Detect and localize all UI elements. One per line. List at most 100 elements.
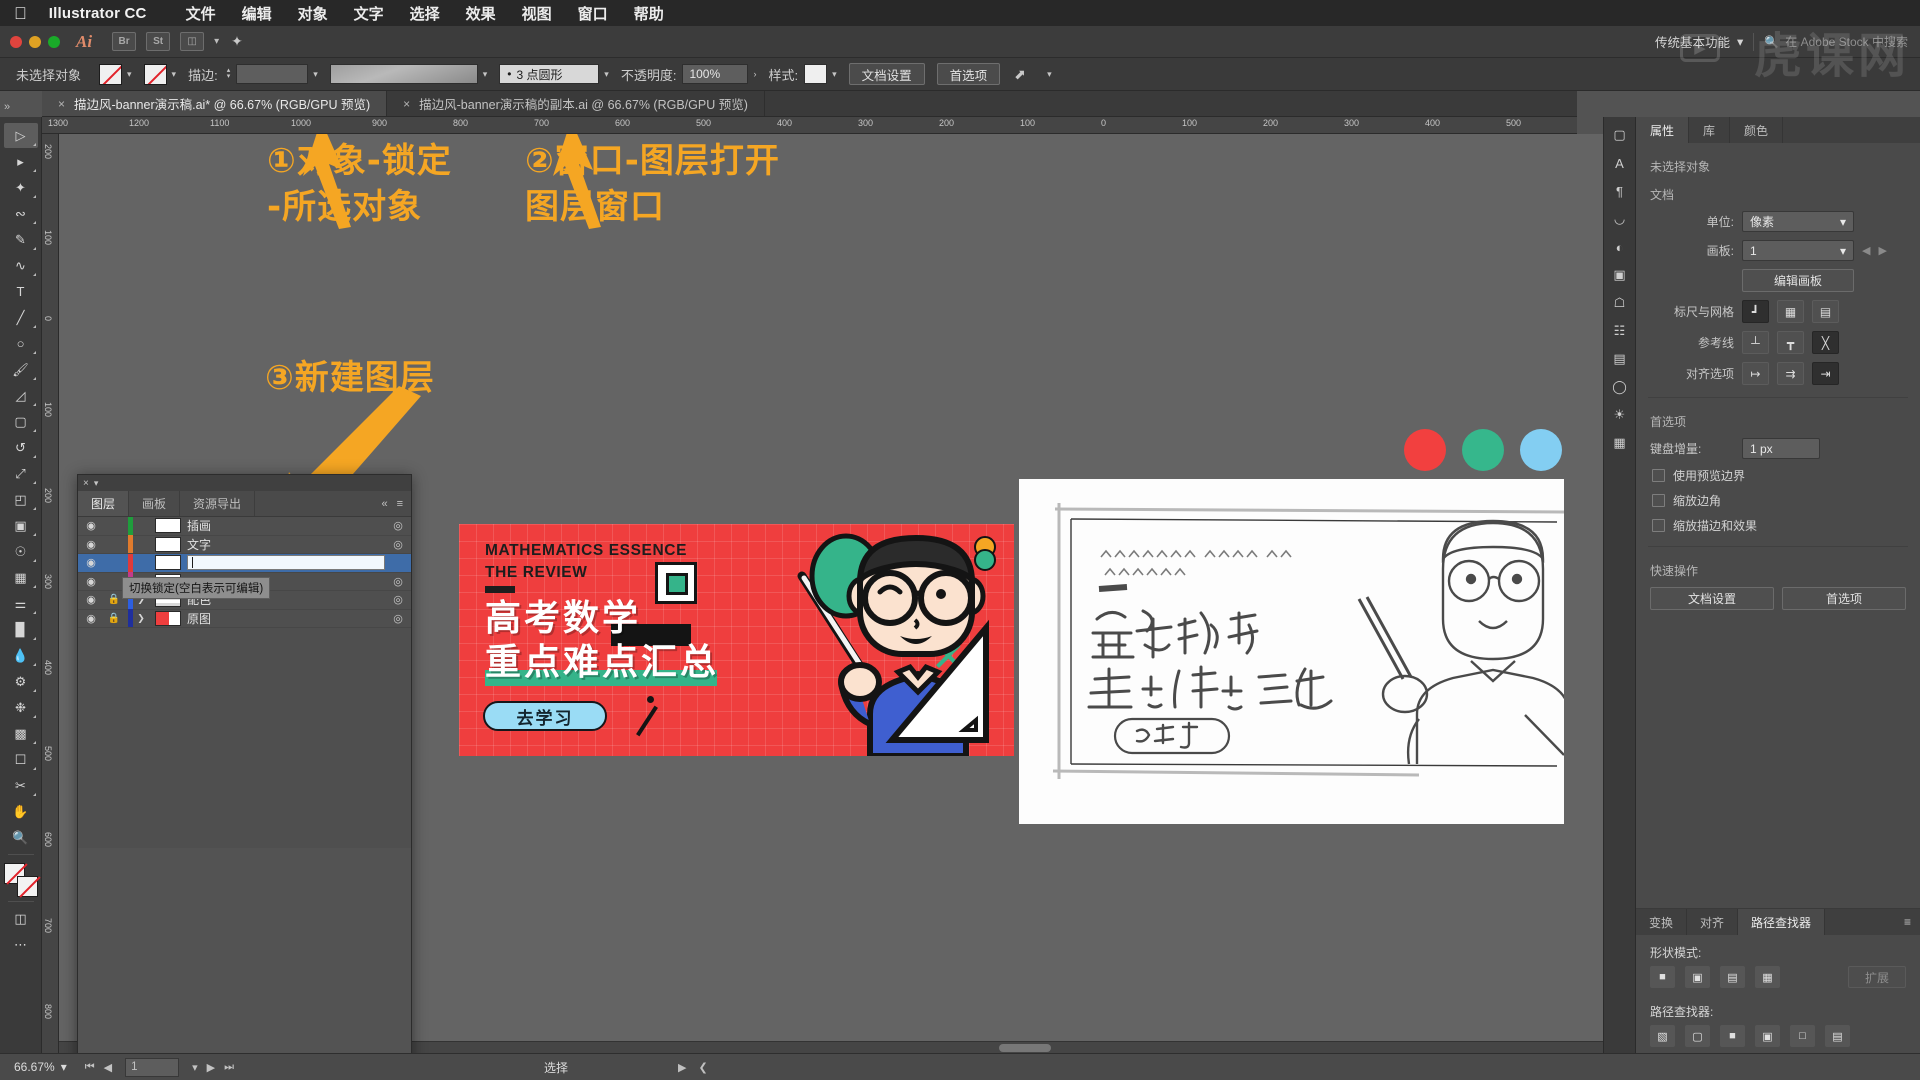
chevron-right-icon[interactable]: › (753, 69, 756, 79)
status-navigation-arrows[interactable]: ▶ ❮ (678, 1061, 708, 1074)
chevron-down-icon[interactable]: ▾ (832, 69, 837, 80)
close-icon[interactable]: × (83, 478, 89, 489)
edit-toolbar-icon[interactable]: ⋯ (4, 932, 38, 957)
lasso-tool[interactable]: ∾ (4, 201, 38, 226)
type-tool[interactable]: T (4, 279, 38, 304)
fill-color-swatch[interactable] (99, 63, 123, 85)
chevron-down-icon[interactable]: ▾ (172, 69, 177, 80)
layer-name-label[interactable]: 插画 (187, 517, 385, 534)
menu-file[interactable]: 文件 (173, 3, 229, 24)
menu-select[interactable]: 选择 (397, 3, 453, 24)
layers-panel[interactable]: × ▾ 图层 画板 资源导出 « ≡ ◉ 插画 ◎ ◉ 文字 ◎ ◉ ◉ ◎ 切换锁定(空白表示可… (77, 474, 412, 1053)
stroke-swatch[interactable] (16, 876, 38, 897)
paintbrush-tool[interactable]: 🖌 (4, 357, 38, 382)
width-tool[interactable]: ◰ (4, 487, 38, 512)
tab-align[interactable]: 对齐 (1687, 909, 1739, 935)
shaper-tool[interactable]: ◿ (4, 383, 38, 408)
brushes-icon[interactable]: ▤ (1607, 347, 1633, 371)
exclude-icon[interactable]: ▦ (1755, 966, 1780, 988)
document-setup-button[interactable]: 文档设置 (848, 63, 925, 85)
panel-menu-icon[interactable]: ≡ (1895, 909, 1920, 935)
layer-target-circle-icon[interactable]: ◎ (385, 575, 411, 588)
menu-window[interactable]: 窗口 (565, 3, 621, 24)
document-tab-active[interactable]: × 描边风-banner演示稿.ai* @ 66.67% (RGB/GPU 预览… (42, 91, 388, 116)
use-preview-bounds-row[interactable]: 使用预览边界 (1636, 463, 1920, 488)
expand-button[interactable]: 扩展 (1847, 966, 1906, 988)
transparency-icon[interactable]: ▣ (1607, 263, 1633, 287)
gradient-icon[interactable]: ◐ (1607, 235, 1633, 259)
arrange-documents-icon[interactable]: ◫ (180, 32, 205, 51)
close-icon[interactable]: × (403, 97, 410, 111)
swatch-cell[interactable] (1462, 429, 1520, 479)
blend-tool[interactable]: ⚙ (4, 669, 38, 694)
intersect-icon[interactable]: ▤ (1720, 966, 1745, 988)
menu-view[interactable]: 视图 (509, 3, 565, 24)
selection-tool[interactable]: ▷ (3, 123, 38, 148)
scale-strokes-effects-checkbox[interactable] (1652, 519, 1665, 532)
merge-icon[interactable]: ■ (1720, 1025, 1745, 1047)
symbol-sprayer-tool[interactable]: ❉ (4, 695, 38, 720)
snap-to-grid-icon[interactable]: ⇉ (1777, 362, 1804, 385)
layer-row[interactable]: ◉ 🔒 ❯ 原图 ◎ (78, 609, 411, 628)
artboard-tool[interactable]: ☐ (4, 747, 38, 772)
swatch-red[interactable] (1404, 429, 1446, 471)
banner-cta-button[interactable]: 去学习 (483, 701, 607, 731)
stroke-stepper[interactable]: ▴ ▾ (227, 67, 231, 80)
crop-icon[interactable]: ▣ (1755, 1025, 1780, 1047)
layer-target-circle-icon[interactable]: ◎ (385, 519, 411, 532)
symbols-icon[interactable]: ☖ (1607, 291, 1633, 315)
curvature-tool[interactable]: ∿ (4, 253, 38, 278)
status-prev-icon[interactable]: ❮ (699, 1061, 708, 1074)
apple-logo-icon[interactable]:  (14, 5, 27, 22)
opacity-input[interactable]: 100% (682, 64, 749, 84)
layer-visibility-eye-icon[interactable]: ◉ (78, 556, 104, 569)
ellipse-tool[interactable]: ○ (4, 331, 38, 356)
layer-target-circle-icon[interactable]: ◎ (385, 538, 411, 551)
outline-icon[interactable]: □ (1790, 1025, 1815, 1047)
keyboard-increment-input[interactable]: 1 px (1742, 438, 1820, 459)
collapse-icon[interactable]: ▾ (94, 478, 99, 489)
chevron-down-icon[interactable]: ▾ (604, 69, 609, 80)
hand-tool[interactable]: ✋ (4, 799, 38, 824)
screen-mode-icon[interactable]: ◫ (4, 906, 38, 931)
stock-search[interactable]: 🔍 在 Adobe Stock 中搜索 (1764, 33, 1908, 50)
variable-width-profile-preview[interactable] (329, 64, 478, 84)
stroke-color-swatch[interactable] (143, 63, 167, 85)
magic-wand-tool[interactable]: ✦ (4, 175, 38, 200)
menu-type[interactable]: 文字 (341, 3, 397, 24)
chevron-down-icon[interactable]: ▾ (61, 1060, 67, 1074)
divide-icon[interactable]: ▧ (1650, 1025, 1675, 1047)
tab-artboards[interactable]: 画板 (129, 491, 181, 516)
menu-edit[interactable]: 编辑 (229, 3, 285, 24)
rotate-tool[interactable]: ↺ (4, 435, 38, 460)
layer-disclosure-triangle-icon[interactable]: ❯ (133, 613, 149, 624)
eraser-tool[interactable]: ▢ (4, 409, 38, 434)
layers-panel-titlebar[interactable]: × ▾ (78, 475, 411, 491)
layer-visibility-eye-icon[interactable]: ◉ (78, 538, 104, 551)
mesh-tool[interactable]: ⚌ (4, 591, 38, 616)
paragraph-marks-icon[interactable]: ¶ (1607, 179, 1633, 203)
previous-artboard-icon[interactable]: ◀ (1862, 244, 1870, 257)
next-artboard-icon[interactable]: ▶ (207, 1061, 215, 1074)
quick-document-setup-button[interactable]: 文档设置 (1650, 587, 1774, 610)
chevron-down-icon[interactable]: ▾ (214, 36, 219, 47)
layer-row[interactable]: ◉ ◎ 切换锁定(空白表示可编辑) (78, 572, 411, 599)
chevron-down-icon[interactable]: ▾ (313, 69, 318, 80)
canvas-area[interactable]: ①对象-锁定 -所选对象 ②窗口-图层打开 图层窗口 ③新建图层 MATHEMA… (59, 134, 1635, 1053)
swatch-green[interactable] (1462, 429, 1504, 471)
sketch-reference-image[interactable] (1019, 479, 1564, 824)
banner-artwork[interactable]: MATHEMATICS ESSENCE THE REVIEW 高考数学 重点难点… (459, 524, 1014, 756)
layer-visibility-eye-icon[interactable]: ◉ (78, 612, 104, 625)
perspective-grid-tool[interactable]: ▦ (4, 565, 38, 590)
chevron-down-icon[interactable]: ▾ (127, 69, 132, 80)
graphic-style-swatch[interactable] (804, 64, 828, 84)
swatch-cell[interactable] (1404, 429, 1462, 479)
next-artboard-icon[interactable]: ▶ (1878, 244, 1886, 257)
maximize-window-button[interactable] (48, 35, 60, 48)
paragraph-icon[interactable]: A (1607, 151, 1633, 175)
slice-tool[interactable]: ✂ (4, 773, 38, 798)
scale-tool[interactable]: ⤢ (4, 461, 38, 486)
layer-row[interactable]: ◉ 插画 ◎ (78, 516, 411, 536)
gradient-tool[interactable]: ▉ (4, 617, 38, 642)
free-transform-tool[interactable]: ▣ (4, 513, 38, 538)
